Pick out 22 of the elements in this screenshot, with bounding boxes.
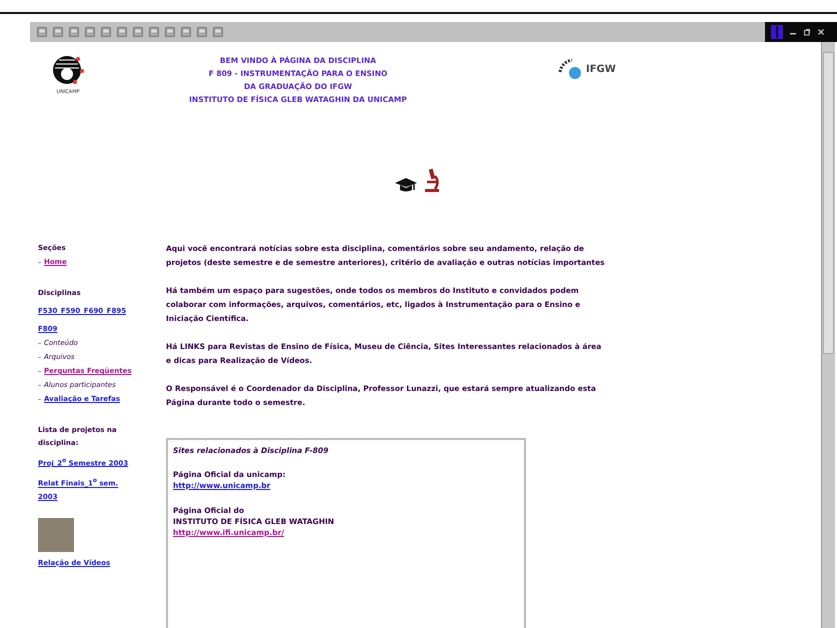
toolbar-icon[interactable] bbox=[84, 26, 96, 38]
toolbar-icon[interactable] bbox=[132, 26, 144, 38]
toolbar-icon[interactable] bbox=[148, 26, 160, 38]
institute-logo-icon bbox=[558, 58, 584, 80]
toolbar-icon[interactable] bbox=[212, 26, 224, 38]
vertical-scrollbar[interactable] bbox=[821, 42, 835, 628]
toolbar-icon[interactable] bbox=[52, 26, 64, 38]
photo-placeholder bbox=[38, 518, 74, 552]
toolbar-icon[interactable] bbox=[196, 26, 208, 38]
toolbar-icon[interactable] bbox=[116, 26, 128, 38]
university-logo-icon bbox=[51, 54, 85, 86]
toolbar-icon[interactable] bbox=[164, 26, 176, 38]
microscope-icon bbox=[423, 168, 441, 194]
restore-icon[interactable] bbox=[803, 28, 811, 36]
app-icon bbox=[771, 25, 783, 39]
close-icon[interactable] bbox=[817, 28, 825, 36]
toolbar-icon[interactable] bbox=[180, 26, 192, 38]
logo-wordmark: IFGW bbox=[586, 64, 616, 74]
toolbar-icon[interactable] bbox=[36, 26, 48, 38]
toolbar-icon[interactable] bbox=[100, 26, 112, 38]
toolbar-icon[interactable] bbox=[68, 26, 80, 38]
graduation-cap-icon bbox=[395, 178, 417, 194]
